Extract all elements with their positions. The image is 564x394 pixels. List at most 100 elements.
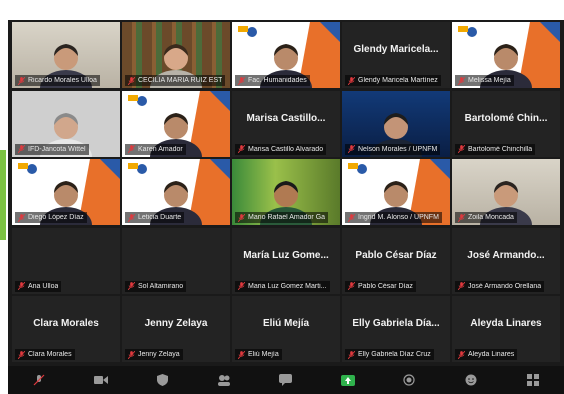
participant-display-name: Marisa Castillo... [246,112,326,124]
participant-tile[interactable]: María Luz Gome... Maria Luz Gomez Marti..… [232,227,340,294]
muted-mic-icon [348,213,358,222]
participant-name-label: IFD-Jancota Wittel [15,143,89,155]
participant-tile[interactable]: Karen Amador [122,90,230,157]
participant-name-label: Elly Gabriela Díaz Cruz [345,349,434,360]
participant-tile[interactable]: Marisa Castillo... Marisa Castillo Alvara… [232,90,340,157]
participant-name: Aleyda Linares [468,351,515,358]
participant-name: CECILIA MARIA RUIZ EST [138,77,223,84]
participant-name: Melissa Mejía [468,77,511,84]
participant-tile[interactable]: Jenny Zelaya Jenny Zelaya [122,296,230,362]
reactions-icon[interactable] [464,374,478,386]
participant-name-label: José Armando Orellana [455,280,545,292]
participant-name-label: Ana Ulloa [15,280,62,292]
participant-tile[interactable]: Melissa Mejía [452,22,560,88]
video-icon[interactable] [93,374,108,386]
participant-display-name: Jenny Zelaya [144,318,208,329]
participant-name-label: Eliú Mejía [235,349,282,360]
participant-tile[interactable]: Aleyda Linares Aleyda Linares [452,296,560,362]
participant-display-name: Eliú Mejía [262,318,310,329]
gallery-view: Ricardo Morales Ulloa CECILIA MARIA RUIZ … [12,22,562,362]
participant-name-label: Leticia Duarte [125,212,185,223]
muted-mic-icon [128,145,138,153]
muted-mic-icon [128,282,138,290]
security-icon[interactable] [155,374,169,386]
participant-name-label: Karen Amador [125,143,186,155]
participant-name: Leticia Duarte [138,214,182,221]
muted-mic-icon [348,145,358,153]
participant-name: Glendy Maricela Martínez [358,77,438,84]
participant-display-name: Glendy Maricela... [353,44,439,55]
participant-name: Sol Altamirano [138,282,184,290]
participant-name-label: Fac. Humanidades [235,75,310,86]
participant-name-label: Maria Luz Gomez Marti... [235,280,330,292]
participant-name: Mario Rafael Amador Ga [248,214,326,221]
participant-tile[interactable]: Sol Altamirano [122,227,230,294]
participant-name: IFD-Jancota Wittel [28,145,86,153]
muted-mic-icon [128,76,138,85]
participant-tile[interactable]: Pablo César Díaz Pablo César Díaz [342,227,450,294]
participant-name-label: Mario Rafael Amador Ga [235,212,329,223]
participant-tile[interactable]: Ingrid M. Alonso / UPNFM [342,159,450,225]
participant-name: Elly Gabriela Díaz Cruz [358,351,431,358]
participant-tile[interactable]: Zoila Moncada [452,159,560,225]
participant-name-label: Bartolomé Chinchilla [455,143,536,155]
participant-name: Pablo César Díaz [358,282,413,290]
participant-display-name: José Armando... [467,249,545,261]
participant-tile[interactable]: Nelson Morales / UPNFM [342,90,450,157]
muted-mic-icon [238,282,248,290]
participant-tile[interactable]: Bartolomé Chin... Bartolomé Chinchilla [452,90,560,157]
muted-mic-icon [238,145,248,153]
muted-mic-icon [238,76,248,85]
participant-name: Eliú Mejía [248,351,279,358]
muted-mic-icon [458,145,468,153]
muted-mic-icon [18,145,28,153]
participant-name-label: Diego López Díaz [15,212,87,223]
participant-name: José Armando Orellana [468,282,542,290]
participant-tile[interactable]: Ricardo Morales Ulloa [12,22,120,88]
participant-name: Diego López Díaz [28,214,84,221]
muted-mic-icon [128,213,138,222]
participant-name-label: Melissa Mejía [455,75,514,86]
meeting-toolbar [8,366,564,394]
background-accent [0,150,6,240]
chat-icon[interactable] [279,374,293,386]
apps-icon[interactable] [526,374,540,386]
muted-mic-icon [348,76,358,85]
participant-tile[interactable]: Diego López Díaz [12,159,120,225]
share-screen-icon[interactable] [340,374,355,386]
participant-tile[interactable]: Mario Rafael Amador Ga [232,159,340,225]
record-icon[interactable] [402,374,416,386]
muted-mic-icon [458,350,468,359]
participant-name: Ricardo Morales Ulloa [28,77,97,84]
participant-name-label: Ricardo Morales Ulloa [15,75,100,86]
participant-tile[interactable]: Ana Ulloa [12,227,120,294]
muted-mic-icon [458,76,468,85]
participant-name-label: Clara Morales [15,349,75,360]
participants-icon[interactable] [217,374,231,386]
participant-display-name: Pablo César Díaz [355,249,437,261]
participant-tile[interactable]: Clara Morales Clara Morales [12,296,120,362]
participant-name-label: Zoila Moncada [455,212,517,223]
participant-name: Jenny Zelaya [138,351,180,358]
participant-name: Fac. Humanidades [248,77,307,84]
participant-tile[interactable]: IFD-Jancota Wittel [12,90,120,157]
muted-mic-icon [458,213,468,222]
muted-mic-icon [18,213,28,222]
participant-name: Zoila Moncada [468,214,514,221]
participant-tile[interactable]: José Armando... José Armando Orellana [452,227,560,294]
participant-tile[interactable]: Eliú Mejía Eliú Mejía [232,296,340,362]
participant-name-label: Nelson Morales / UPNFM [345,143,441,155]
participant-tile[interactable]: Fac. Humanidades [232,22,340,88]
muted-mic-icon [18,76,28,85]
participant-name: Marisa Castillo Alvarado [248,145,324,153]
participant-name-label: CECILIA MARIA RUIZ EST [125,75,226,86]
participant-tile[interactable]: CECILIA MARIA RUIZ EST [122,22,230,88]
participant-tile[interactable]: Glendy Maricela... Glendy Maricela Martín… [342,22,450,88]
participant-tile[interactable]: Leticia Duarte [122,159,230,225]
muted-mic-icon [348,282,358,290]
mute-icon[interactable] [32,374,46,386]
participant-tile[interactable]: Elly Gabriela Día... Elly Gabriela Díaz C… [342,296,450,362]
participant-display-name: Aleyda Linares [470,318,542,329]
participant-name: Ana Ulloa [28,282,59,290]
participant-name: Maria Luz Gomez Marti... [248,282,327,290]
